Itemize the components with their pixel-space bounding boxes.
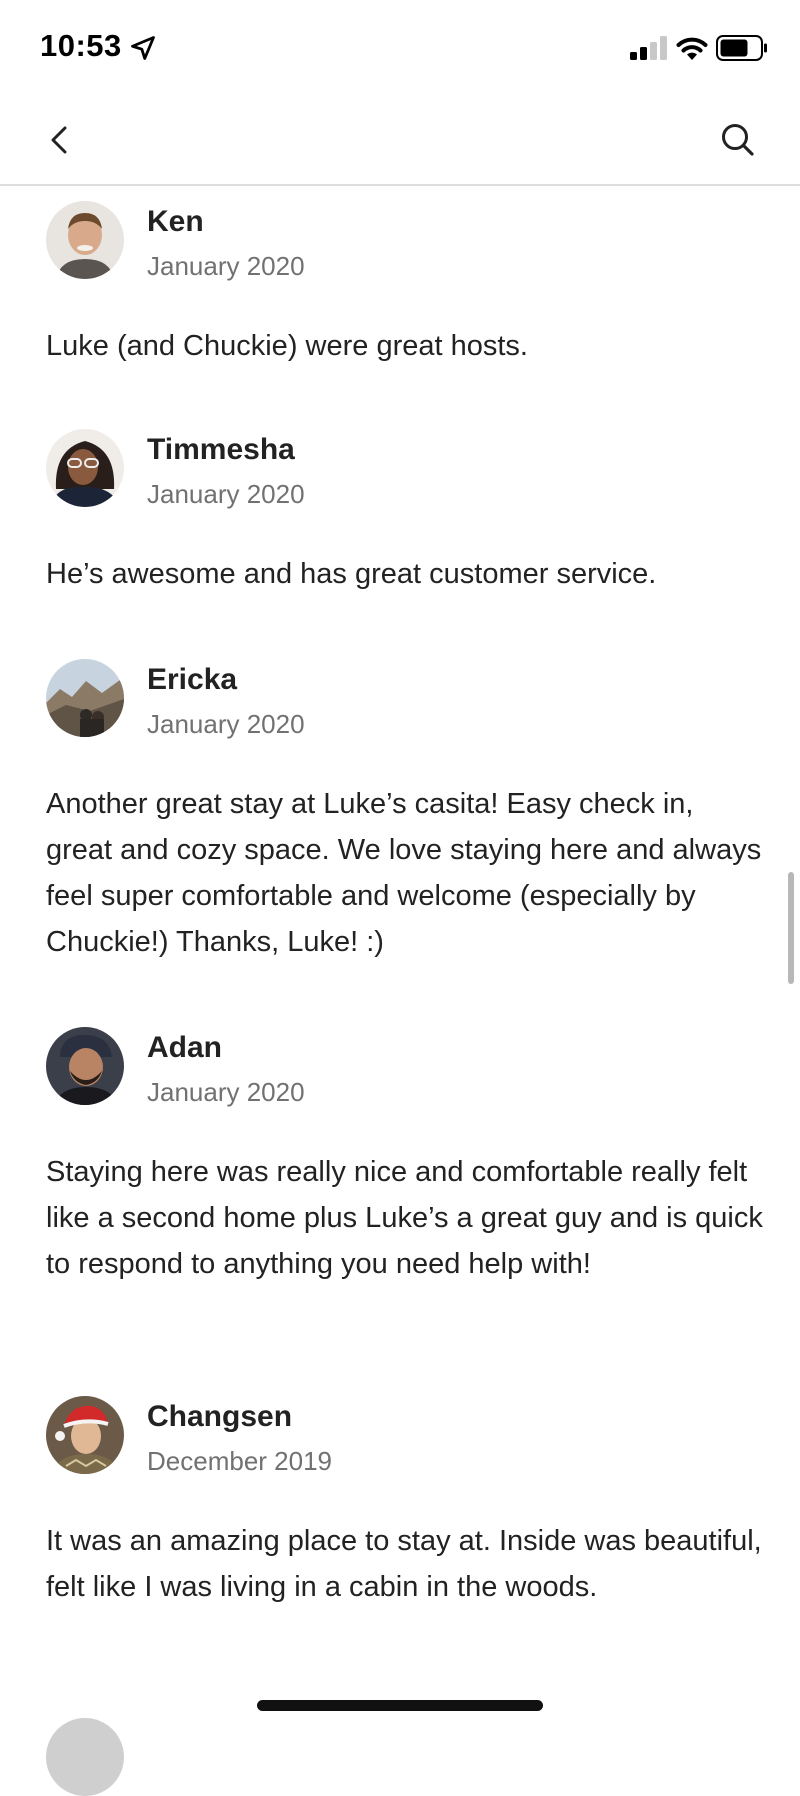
scroll-indicator[interactable] (788, 872, 794, 984)
reviewer-name: Ken (147, 205, 204, 238)
avatar-photo-icon (46, 1396, 124, 1474)
review-date: December 2019 (147, 1446, 332, 1476)
review-date: January 2020 (147, 709, 305, 739)
chevron-left-icon (51, 126, 67, 154)
avatar-photo-icon (46, 1027, 124, 1105)
reviewer-avatar[interactable] (46, 1396, 124, 1474)
reviewer-name: Ericka (147, 663, 238, 696)
cellular-signal-icon (630, 36, 667, 60)
review-text: He’s awesome and has great customer serv… (46, 558, 657, 590)
search-button[interactable] (716, 118, 760, 162)
status-bar: 10:53 (0, 0, 800, 96)
wifi-icon (676, 37, 708, 60)
location-arrow-icon (131, 36, 155, 60)
reviewer-avatar[interactable] (46, 1718, 124, 1796)
reviewer-name: Timmesha (147, 433, 295, 466)
avatar-photo-icon (46, 659, 124, 737)
battery-icon (716, 35, 767, 61)
avatar-photo-icon (46, 429, 124, 507)
reviewer-name: Adan (147, 1031, 222, 1064)
home-indicator[interactable] (257, 1700, 543, 1711)
reviewer-name: Changsen (147, 1400, 293, 1433)
status-time: 10:53 (40, 28, 122, 63)
back-button[interactable] (40, 120, 80, 160)
review-text: Luke (and Chuckie) were great hosts. (46, 330, 528, 362)
review-text: Staying here was really nice and comfort… (46, 1156, 763, 1280)
review-text: It was an amazing place to stay at. Insi… (46, 1525, 762, 1603)
reviewer-avatar[interactable] (46, 429, 124, 507)
reviewer-avatar[interactable] (46, 1027, 124, 1105)
nav-bar (0, 96, 800, 186)
review-date: January 2020 (147, 479, 305, 509)
reviewer-avatar[interactable] (46, 659, 124, 737)
review-date: January 2020 (147, 1077, 305, 1107)
avatar-photo-icon (46, 201, 124, 279)
reviewer-avatar[interactable] (46, 201, 124, 279)
review-date: January 2020 (147, 251, 305, 281)
search-icon (722, 124, 754, 156)
review-text: Another great stay at Luke’s casita! Eas… (46, 788, 762, 958)
